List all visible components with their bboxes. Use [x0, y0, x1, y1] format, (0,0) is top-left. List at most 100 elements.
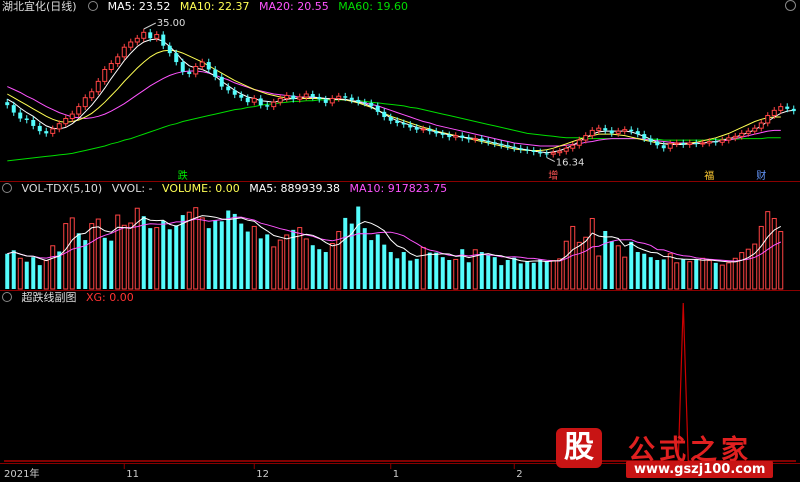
candle-body-down: [148, 32, 153, 39]
candle-body-down: [239, 94, 244, 98]
volume-bar-down: [109, 240, 114, 289]
volume-bar-up: [778, 231, 784, 290]
volume-bar-up: [596, 255, 602, 290]
candle-body-up: [622, 129, 628, 132]
time-axis-label: 11: [126, 469, 139, 480]
volume-bar-down: [427, 252, 432, 289]
candle-body-down: [167, 45, 172, 54]
volume-bar-down: [713, 262, 718, 289]
volume-bar-down: [440, 257, 445, 289]
candle-body-down: [213, 69, 218, 77]
candle-body-down: [323, 99, 328, 103]
volume-bar-down: [317, 249, 322, 289]
volume-bar-down: [245, 231, 250, 289]
volume-bar-down: [466, 262, 471, 289]
volume-bar-up: [706, 260, 712, 290]
volume-bar-down: [102, 237, 107, 289]
price-chart[interactable]: 35.00 16.34 跌 增 福 财: [0, 0, 800, 181]
volume-bar-down: [148, 228, 153, 289]
volume-bar-up: [284, 234, 290, 290]
candle-body-up: [134, 37, 140, 43]
volume-bar-down: [512, 257, 517, 289]
volume-bar-up: [17, 257, 23, 290]
volume-bar-down: [447, 259, 452, 289]
candle-body-down: [713, 141, 718, 143]
event-marker: 福: [704, 169, 714, 181]
volume-bar-up: [576, 241, 582, 290]
candle-body-down: [343, 96, 348, 98]
price-panel[interactable]: 湖北宜化(日线) MA5: 23.52 MA10: 22.37 MA20: 20…: [0, 0, 800, 181]
volume-bar-down: [206, 228, 211, 289]
candle-body-up: [589, 129, 595, 137]
candle-body-down: [544, 153, 549, 155]
volume-bar-down: [232, 213, 237, 289]
volume-bar-up: [420, 246, 426, 290]
candle-body-down: [317, 96, 322, 100]
candle-body-down: [609, 130, 614, 134]
candle-body-down: [349, 97, 354, 100]
volume-bar-up: [739, 252, 745, 290]
candle-body-down: [375, 105, 380, 112]
candle-body-down: [427, 128, 432, 132]
volume-panel[interactable]: VOL-TDX(5,10) VVOL: - VOLUME: 0.00 MA5: …: [0, 182, 800, 290]
volume-bar-down: [31, 257, 36, 289]
volume-bar-down: [83, 240, 88, 289]
candle-body-down: [362, 102, 367, 104]
volume-bar-down: [505, 259, 510, 289]
candle-body-up: [193, 66, 199, 75]
volume-bar-up: [69, 217, 75, 290]
candle-body-up: [745, 130, 751, 134]
volume-bar-up: [134, 207, 140, 290]
candle-body-down: [648, 138, 653, 142]
candle-body-up: [121, 46, 127, 58]
candle-body-up: [472, 138, 478, 141]
candle-body-up: [732, 135, 738, 139]
candle-body-down: [694, 143, 699, 145]
candle-body-down: [447, 134, 452, 138]
event-marker: 财: [756, 169, 766, 181]
volume-bar-down: [239, 223, 244, 289]
volume-bar-up: [251, 225, 257, 290]
volume-bar-down: [362, 228, 367, 289]
volume-bar-down: [265, 234, 270, 289]
volume-bar-up: [687, 261, 693, 290]
candle-body-up: [752, 127, 758, 132]
candle-body-up: [297, 96, 303, 100]
volume-bar-down: [642, 253, 647, 289]
volume-bar-up: [732, 257, 738, 290]
volume-bar-down: [213, 220, 218, 289]
candle-body-up: [199, 61, 205, 68]
volume-chart[interactable]: [0, 182, 800, 290]
volume-bar-up: [128, 222, 134, 290]
volume-bar-down: [219, 221, 224, 289]
volume-bar-up: [63, 223, 69, 290]
candle-body-down: [310, 94, 315, 97]
volume-bar-down: [655, 259, 660, 289]
volume-bar-down: [76, 233, 81, 289]
volume-bar-down: [492, 257, 497, 289]
volume-bar-down: [11, 250, 16, 289]
volume-bar-up: [570, 225, 576, 290]
volume-bar-up: [95, 218, 101, 290]
candle-body-down: [531, 150, 536, 152]
candle-body-down: [395, 120, 400, 123]
volume-bar-down: [525, 261, 530, 289]
candle-body-up: [674, 142, 680, 145]
candle-body-down: [791, 108, 796, 112]
watermark: 股 公式之家 www.gszj100.com: [548, 428, 798, 478]
volume-bar-down: [414, 258, 419, 289]
volume-bar-down: [648, 257, 653, 289]
volume-bar-down: [226, 210, 231, 289]
candle-body-down: [18, 112, 23, 119]
candle-body-down: [187, 71, 192, 74]
event-marker: 增: [548, 169, 558, 181]
low-marker-label: 16.34: [556, 158, 585, 169]
volume-bar-down: [174, 225, 179, 289]
volume-bar-down: [401, 252, 406, 289]
candle-body-up: [576, 139, 582, 146]
candle-body-down: [466, 137, 471, 140]
candle-body-down: [180, 62, 185, 72]
candle-body-down: [629, 129, 634, 132]
candle-body-up: [141, 31, 147, 39]
volume-bar-down: [5, 253, 10, 289]
